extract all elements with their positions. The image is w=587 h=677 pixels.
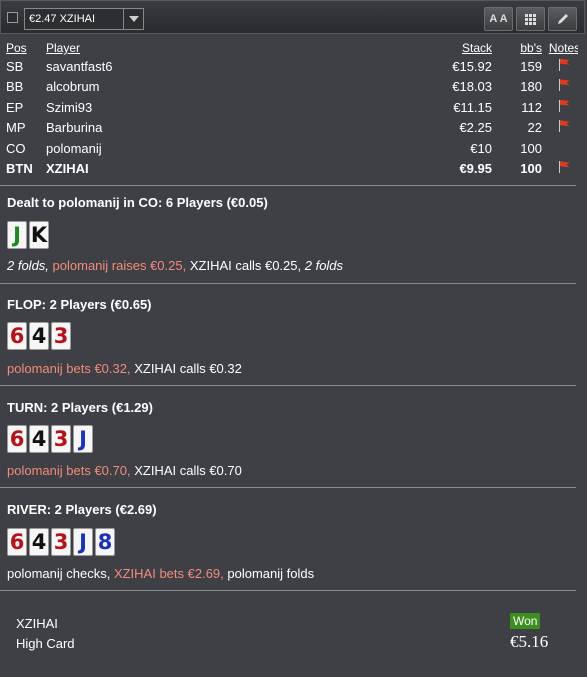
player-stack: €9.95 <box>459 161 492 177</box>
players-table: Pos Player Stack bb's Notes SB savantfas… <box>0 40 587 179</box>
turn-title: TURN: 2 Players (€1.29) <box>7 400 153 415</box>
river-actions: polomanij checks, XZIHAI bets €2.69, pol… <box>7 566 314 581</box>
card: J <box>73 528 93 556</box>
preflop-title: Dealt to polomanij in CO: 6 Players (€0.… <box>7 195 268 210</box>
player-pos: CO <box>6 140 26 156</box>
winner-name: XZIHAI <box>16 616 58 631</box>
divider <box>0 283 576 284</box>
card: 6 <box>7 425 27 453</box>
card: 6 <box>7 322 27 350</box>
action-text-highlight: polomanij bets €0.70, <box>7 463 131 478</box>
action-text: XZIHAI calls €0.70 <box>130 463 242 478</box>
action-text: polomanij checks, <box>7 566 111 581</box>
action-text-highlight: polomanij raises €0.25, <box>48 258 187 273</box>
divider <box>0 590 576 591</box>
card: 3 <box>51 528 71 556</box>
player-bbs: 22 <box>527 120 542 136</box>
action-text: XZIHAI calls €0.25, <box>186 258 302 273</box>
player-bbs: 180 <box>520 79 542 95</box>
flop-actions: polomanij bets €0.32, XZIHAI calls €0.32 <box>7 361 242 376</box>
action-text: 2 folds, <box>7 258 49 273</box>
select-hand-checkbox[interactable] <box>7 12 18 23</box>
preflop-cards: J K <box>7 221 49 250</box>
player-pos: EP <box>6 99 24 115</box>
player-row[interactable]: MP Barburina €2.25 22 <box>0 118 587 139</box>
scrollbar[interactable] <box>578 34 587 677</box>
font-size-icon: A A <box>489 13 508 25</box>
flop-cards: 6 4 3 <box>7 322 71 351</box>
player-pos: BTN <box>6 161 33 177</box>
action-text: polomanij folds <box>223 566 315 581</box>
player-pos: SB <box>6 58 24 74</box>
note-flag-icon[interactable] <box>558 161 571 174</box>
card: 6 <box>7 528 27 556</box>
card: J <box>73 425 93 453</box>
player-bbs: 159 <box>520 58 542 74</box>
flop-title: FLOP: 2 Players (€0.65) <box>7 297 152 312</box>
card: 4 <box>29 528 49 556</box>
note-flag-icon[interactable] <box>558 79 571 92</box>
hand-selector-dropdown[interactable]: €2.47 XZIHAI <box>24 8 144 30</box>
grid-view-button[interactable] <box>516 7 545 31</box>
action-text: XZIHAI calls €0.32 <box>130 361 242 376</box>
header-pos[interactable]: Pos <box>0 40 46 56</box>
player-name: Szimi93 <box>46 99 93 115</box>
action-text: 2 folds <box>301 258 344 273</box>
header-player[interactable]: Player <box>46 40 422 56</box>
player-stack: €2.25 <box>459 120 492 136</box>
player-stack: €11.15 <box>453 99 492 115</box>
player-row-hero[interactable]: BTN XZIHAI €9.95 100 <box>0 159 587 180</box>
card: J <box>7 221 27 249</box>
player-name: XZIHAI <box>46 161 89 177</box>
toolbar: €2.47 XZIHAI A A <box>0 0 585 34</box>
turn-actions: polomanij bets €0.70, XZIHAI calls €0.70 <box>7 463 242 478</box>
player-bbs: 112 <box>521 99 542 115</box>
river-title: RIVER: 2 Players (€2.69) <box>7 502 157 517</box>
player-row[interactable]: EP Szimi93 €11.15 112 <box>0 97 587 118</box>
header-bbs[interactable]: bb's <box>492 40 542 56</box>
players-table-header: Pos Player Stack bb's Notes <box>0 40 587 56</box>
action-text-highlight: polomanij bets €0.32, <box>7 361 131 376</box>
player-bbs: 100 <box>520 161 542 177</box>
river-cards: 6 4 3 J 8 <box>7 528 115 557</box>
card: 4 <box>29 425 49 453</box>
action-text-highlight: XZIHAI bets €2.69, <box>110 566 224 581</box>
won-badge: Won <box>510 613 541 629</box>
card: 4 <box>29 322 49 350</box>
player-pos: BB <box>6 79 24 95</box>
font-size-button[interactable]: A A <box>484 7 513 31</box>
chevron-down-icon[interactable] <box>123 9 143 29</box>
player-name: savantfast6 <box>46 58 113 74</box>
note-flag-icon[interactable] <box>558 120 571 133</box>
player-row[interactable]: BB alcobrum €18.03 180 <box>0 77 587 98</box>
pencil-icon <box>557 14 568 24</box>
player-bbs: 100 <box>520 140 542 156</box>
won-amount: €5.16 <box>510 632 549 651</box>
divider <box>0 185 576 186</box>
player-row[interactable]: SB savantfast6 €15.92 159 <box>0 56 587 77</box>
player-stack: €10 <box>470 140 492 156</box>
header-stack[interactable]: Stack <box>422 40 492 56</box>
card: 8 <box>95 528 115 556</box>
player-stack: €18.03 <box>452 79 492 95</box>
player-stack: €15.92 <box>452 58 492 74</box>
player-pos: MP <box>6 120 26 136</box>
player-name: alcobrum <box>46 79 100 95</box>
card: K <box>29 221 49 249</box>
player-name: polomanij <box>46 140 102 156</box>
player-name: Barburina <box>46 120 103 136</box>
note-flag-icon[interactable] <box>558 99 571 112</box>
grid-icon <box>525 13 536 25</box>
note-flag-icon[interactable] <box>558 58 571 71</box>
player-row[interactable]: CO polomanij €10 100 <box>0 138 587 159</box>
card: 3 <box>51 425 71 453</box>
hand-selector-value: €2.47 XZIHAI <box>29 13 96 25</box>
divider <box>0 487 576 488</box>
card: 3 <box>51 322 71 350</box>
edit-button[interactable] <box>548 7 577 31</box>
turn-cards: 6 4 3 J <box>7 425 93 454</box>
winning-hand: High Card <box>16 636 75 651</box>
preflop-actions: 2 folds, polomanij raises €0.25, XZIHAI … <box>7 258 343 273</box>
divider <box>0 385 576 386</box>
